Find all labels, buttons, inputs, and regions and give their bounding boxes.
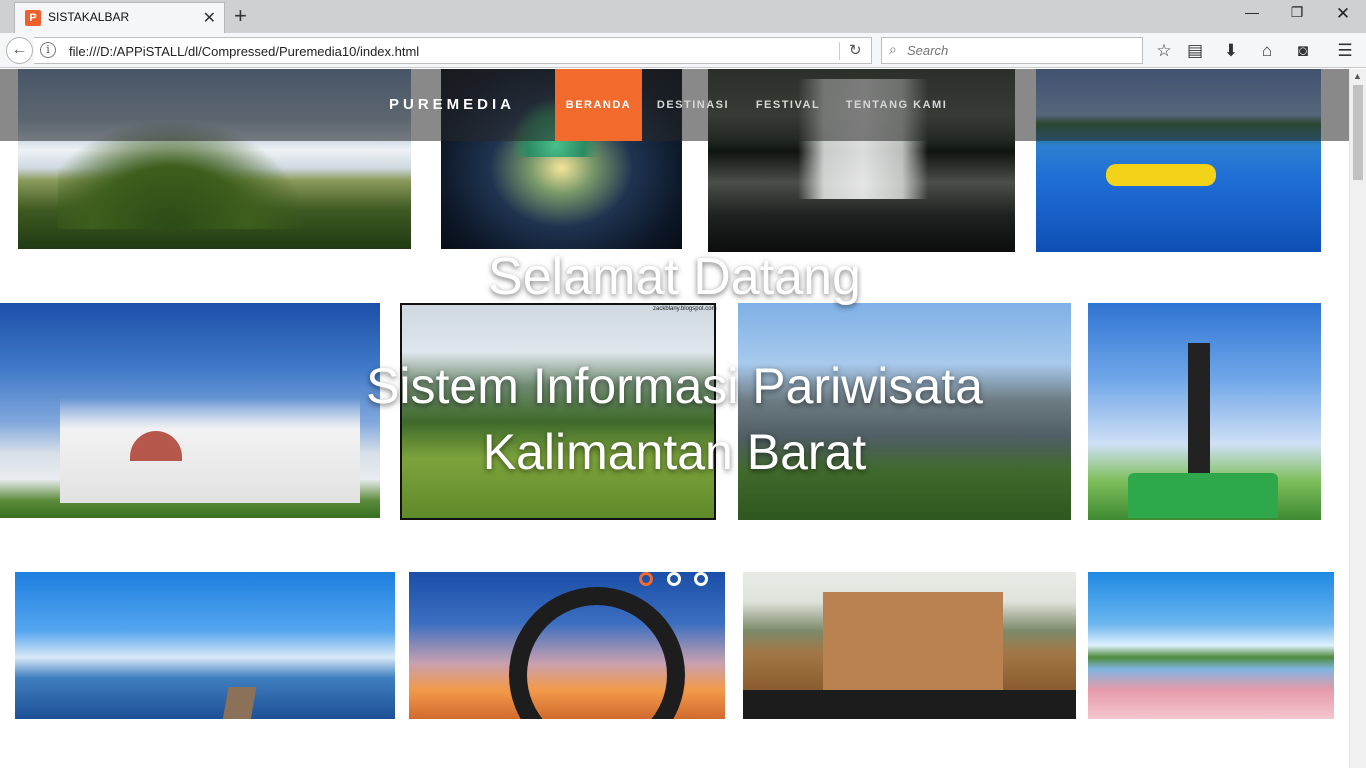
nav-item-festival[interactable]: FESTIVAL: [745, 69, 831, 141]
search-box[interactable]: ⌕: [881, 37, 1143, 64]
home-icon[interactable]: ⌂: [1256, 40, 1278, 62]
hero-greeting: Selamat Datang: [488, 248, 861, 306]
puremedia-favicon-icon: P: [25, 10, 41, 26]
photo-beach: [1088, 572, 1334, 719]
photo-wooden-house: [743, 572, 1076, 719]
tab-close-icon[interactable]: ✕: [203, 8, 216, 28]
slider-dot-2[interactable]: [667, 572, 681, 586]
search-input[interactable]: [907, 40, 1137, 61]
photo-pier-sea: [15, 572, 395, 719]
photo-sunset-sculpture: [409, 572, 725, 719]
browser-tab-active[interactable]: P SISTAKALBAR ✕: [14, 2, 225, 33]
address-bar[interactable]: i file:///D:/APPiSTALL/dl/Compressed/Pur…: [34, 37, 872, 64]
browser-navigation-bar: ← i file:///D:/APPiSTALL/dl/Compressed/P…: [0, 33, 1366, 68]
nav-item-destinasi[interactable]: DESTINASI: [647, 69, 739, 141]
window-minimize-icon[interactable]: —: [1232, 4, 1272, 26]
slider-dot-3[interactable]: [694, 572, 708, 586]
nav-item-tentang-kami[interactable]: TENTANG KAMI: [838, 69, 955, 141]
web-page: zackblany.blogspot.com PUREMEDIA BERANDA…: [0, 69, 1349, 768]
reload-icon[interactable]: ↻: [849, 41, 862, 59]
scroll-up-arrow-icon[interactable]: ▲: [1353, 71, 1362, 81]
bookmark-star-icon[interactable]: ☆: [1153, 40, 1175, 62]
pocket-icon[interactable]: ◙: [1292, 40, 1314, 62]
scrollbar-thumb[interactable]: [1353, 85, 1363, 180]
download-icon[interactable]: ⬇: [1220, 40, 1242, 62]
hero-title-line-2: Kalimantan Barat: [482, 424, 867, 480]
address-divider: [839, 42, 840, 60]
browser-tab-strip: P SISTAKALBAR ✕ + — ❐ ✕: [0, 0, 1366, 33]
site-brand-logo[interactable]: PUREMEDIA: [389, 96, 515, 113]
tab-title: SISTAKALBAR: [48, 10, 130, 24]
slider-dot-1[interactable]: [639, 572, 653, 586]
site-header: PUREMEDIA BERANDA DESTINASI FESTIVAL TEN…: [0, 69, 1349, 141]
window-restore-icon[interactable]: ❐: [1277, 4, 1317, 26]
window-close-icon[interactable]: ✕: [1323, 4, 1363, 26]
reading-list-icon[interactable]: ▤: [1184, 40, 1206, 62]
nav-item-beranda[interactable]: BERANDA: [555, 69, 642, 141]
hamburger-menu-icon[interactable]: ☰: [1334, 40, 1356, 62]
search-icon: ⌕: [889, 41, 897, 57]
hero-title: Sistem Informasi Pariwisata Kalimantan B…: [0, 353, 1349, 485]
new-tab-plus-icon[interactable]: +: [234, 3, 247, 29]
hero-title-line-1: Sistem Informasi Pariwisata: [366, 358, 983, 414]
address-url[interactable]: file:///D:/APPiSTALL/dl/Compressed/Purem…: [69, 44, 419, 59]
page-scrollbar[interactable]: ▲: [1349, 69, 1366, 768]
page-info-icon[interactable]: i: [40, 42, 56, 58]
back-arrow-icon[interactable]: ←: [6, 37, 33, 64]
